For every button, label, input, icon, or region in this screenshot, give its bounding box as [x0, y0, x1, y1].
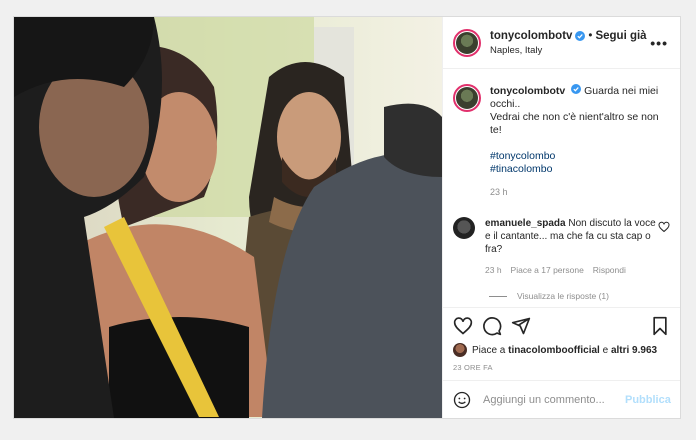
separator-dot: •	[588, 29, 593, 42]
caption: tonycolombotv Guarda nei miei occhi.. Ve…	[453, 84, 670, 199]
view-replies[interactable]: Visualizza le risposte (1)	[489, 291, 670, 301]
verified-icon	[575, 30, 586, 41]
likes-others[interactable]: altri 9.963	[611, 345, 657, 356]
post-image	[14, 17, 442, 418]
liker-username[interactable]: tinacolomboofficial	[508, 345, 600, 356]
replies-divider	[489, 295, 507, 297]
header-meta: tonycolombotv • Segui già Naples, Italy	[490, 30, 650, 56]
post-sidebar: tonycolombotv • Segui già Naples, Italy …	[442, 17, 680, 418]
caption-line-2: Vedrai che non c'è nient'altro se non te…	[490, 111, 659, 136]
comment-time[interactable]: 23 h	[485, 264, 502, 277]
view-replies-label[interactable]: Visualizza le risposte (1)	[517, 291, 609, 301]
share-icon[interactable]	[511, 316, 531, 336]
bookmark-icon[interactable]	[650, 316, 670, 336]
verified-icon	[571, 84, 582, 94]
comment-like-heart-icon[interactable]	[658, 221, 670, 233]
caption-body: tonycolombotv Guarda nei miei occhi.. Ve…	[490, 84, 670, 199]
post-actions: Piace a tinacolomboofficial e altri 9.96…	[443, 307, 680, 372]
emoji-icon[interactable]	[453, 391, 471, 409]
liker-avatar[interactable]	[453, 343, 467, 357]
commenter-username[interactable]: emanuele_spada	[485, 218, 566, 229]
action-icons	[453, 316, 670, 336]
comment-meta: 23 h Piace a 17 persone Rispondi	[485, 264, 658, 277]
following-button[interactable]: Segui già	[595, 30, 646, 42]
add-comment-input[interactable]	[483, 393, 625, 406]
add-comment-bar: Pubblica	[443, 380, 680, 418]
more-icon[interactable]: •••	[650, 35, 668, 51]
post-timestamp[interactable]: 23 ORE FA	[453, 363, 670, 372]
likes-prefix: Piace a	[472, 344, 506, 356]
caption-username[interactable]: tonycolombotv	[490, 85, 565, 97]
post-header: tonycolombotv • Segui già Naples, Italy …	[443, 17, 680, 69]
commenter-avatar[interactable]	[453, 217, 475, 239]
likes-joiner: e	[602, 344, 609, 356]
likes-summary: Piace a tinacolomboofficial e altri 9.96…	[453, 343, 670, 357]
author-username[interactable]: tonycolombotv	[490, 30, 572, 42]
caption-time[interactable]: 23 h	[490, 186, 670, 199]
publish-button[interactable]: Pubblica	[625, 394, 671, 406]
comment-body: emanuele_spada Non discuto la voce e il …	[485, 217, 658, 277]
comments-section: tonycolombotv Guarda nei miei occhi.. Ve…	[443, 70, 680, 306]
hashtag-tonycolombo[interactable]: #tonycolombo	[490, 150, 670, 163]
comment-icon[interactable]	[482, 316, 502, 336]
instagram-post: tonycolombotv • Segui già Naples, Italy …	[13, 16, 681, 419]
hashtag-tinacolombo[interactable]: #tinacolombo	[490, 163, 670, 176]
heart-icon[interactable]	[453, 316, 473, 336]
post-location[interactable]: Naples, Italy	[490, 45, 650, 56]
post-photo[interactable]	[14, 17, 442, 418]
author-avatar[interactable]	[453, 28, 481, 57]
comment-likes[interactable]: Piace a 17 persone	[511, 264, 584, 277]
comment: emanuele_spada Non discuto la voce e il …	[453, 217, 670, 277]
reply-button[interactable]: Rispondi	[593, 264, 626, 277]
caption-avatar[interactable]	[453, 84, 481, 112]
